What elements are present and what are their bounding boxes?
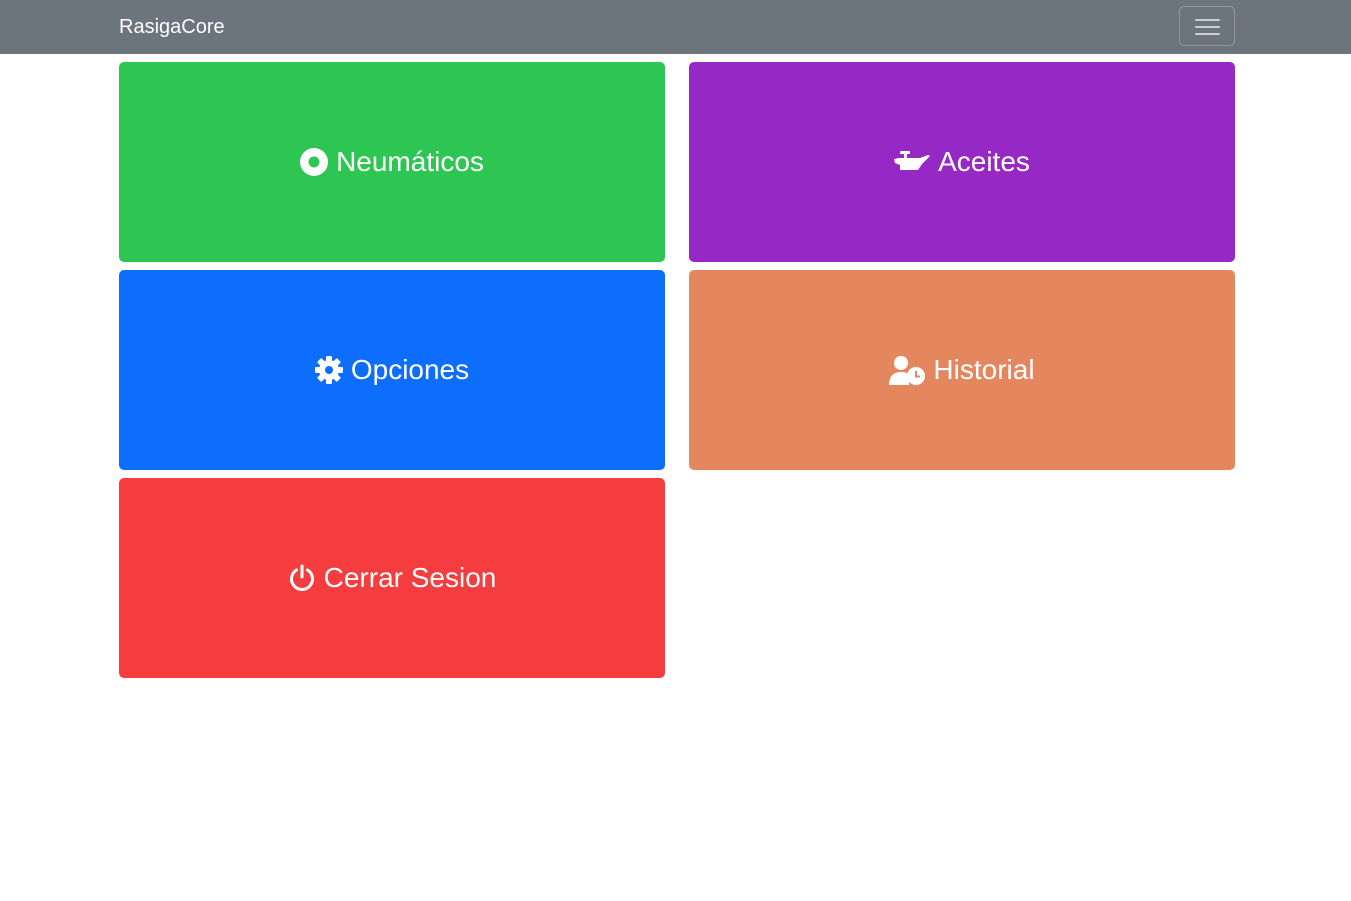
tile-historial[interactable]: Historial [689,270,1235,470]
brand-link[interactable]: RasigaCore [119,0,225,54]
tile-cerrar-sesion[interactable]: Cerrar Sesion [119,478,665,678]
gear-icon [314,356,343,384]
tile-neumaticos[interactable]: Neumáticos [119,62,665,262]
tile-label: Aceites [938,146,1030,177]
navbar-toggler-button[interactable] [1179,6,1235,46]
tile-label: Cerrar Sesion [323,562,497,593]
oil-can-icon [894,151,931,173]
tile-label: Neumáticos [336,146,484,177]
tire-icon [300,148,329,176]
tile-label: Opciones [350,354,470,385]
tile-opciones[interactable]: Opciones [119,270,665,470]
power-icon [288,564,316,592]
tile-aceites[interactable]: Aceites [689,62,1235,262]
tile-label: Historial [933,354,1035,385]
user-clock-icon [889,355,926,385]
navbar: RasigaCore [0,0,1351,54]
